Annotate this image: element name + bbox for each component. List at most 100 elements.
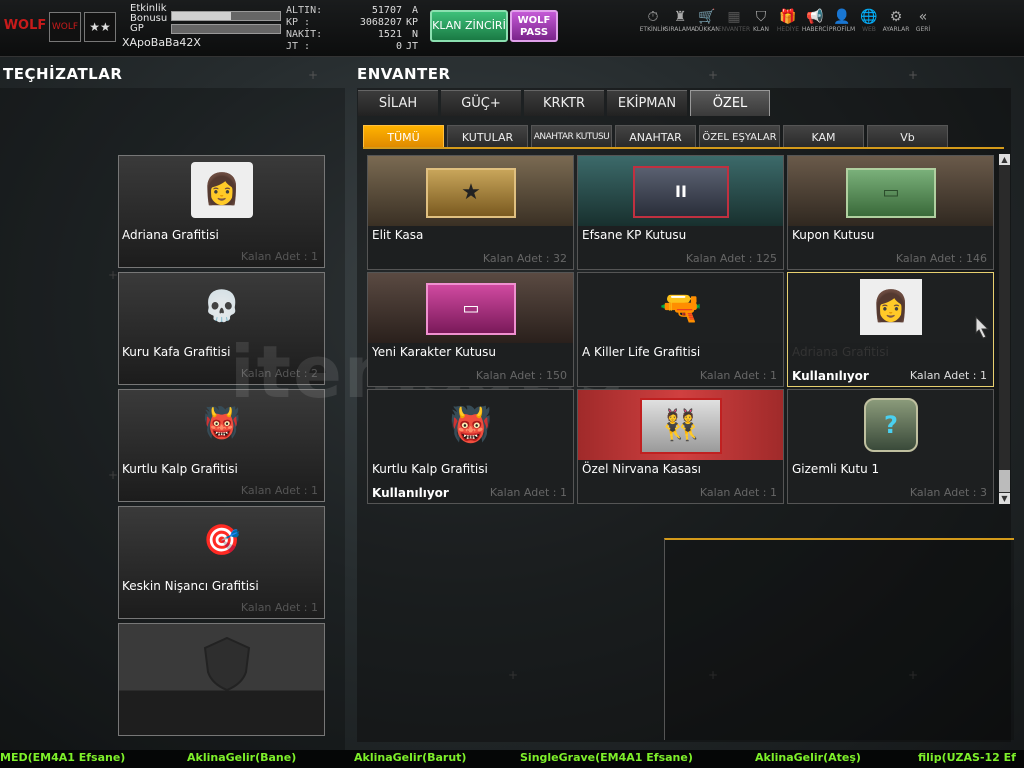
item-name: Adriana Grafitisi — [792, 345, 889, 359]
stat-gold: ALTIN: 51707 A — [286, 5, 420, 17]
clan-badge[interactable]: WOLF — [49, 12, 81, 42]
stat-key: ALTIN: — [286, 5, 323, 16]
inventory-item[interactable]: 👹 Kurtlu Kalp Grafitisi Kullanılıyor Kal… — [367, 389, 574, 504]
item-detail-panel — [664, 538, 1014, 740]
item-count: Kalan Adet : 146 — [895, 252, 987, 265]
subtab-divider — [363, 147, 1004, 149]
tab-equipment[interactable]: EKİPMAN — [607, 90, 687, 116]
elite-crate-image: ★ — [368, 156, 573, 226]
killer-life-graffiti-image: 🔫 — [578, 273, 783, 343]
subtab-special-items[interactable]: ÖZEL EŞYALAR — [699, 125, 780, 148]
ranking-icon: ♜ — [673, 9, 687, 25]
stat-value: 3068207 — [359, 17, 402, 28]
inventory-item[interactable]: II Efsane KP Kutusu Kalan Adet : 125 — [577, 155, 784, 270]
item-name: Gizemli Kutu 1 — [792, 462, 880, 476]
subtab-cam[interactable]: KAM — [783, 125, 864, 148]
tab-weapon[interactable]: SİLAH — [358, 90, 438, 116]
subtab-key-box[interactable]: ANAHTAR KUTUSU — [531, 125, 612, 148]
ticker-entry: filip(UZAS-12 Ef — [918, 751, 1016, 764]
equipped-item[interactable]: 🎯 Keskin Nişancı Grafitisi Kalan Adet : … — [118, 506, 325, 619]
player-nickname: XApoBaBa42X — [122, 36, 201, 49]
subtab-keys[interactable]: ANAHTAR — [615, 125, 696, 148]
item-name: Keskin Nişancı Grafitisi — [122, 579, 259, 593]
box-icon: ▭ — [846, 168, 936, 218]
inventory-scrollbar[interactable] — [999, 154, 1010, 504]
scroll-thumb[interactable] — [999, 470, 1010, 492]
wormy-heart-graffiti-icon: 👹 — [449, 405, 493, 445]
stat-value: 1521 — [377, 29, 402, 40]
subtab-other[interactable]: Vb — [867, 125, 948, 148]
equipped-item[interactable]: 👩 Adriana Grafitisi Kalan Adet : 1 — [118, 155, 325, 268]
item-name: Kuru Kafa Grafitisi — [122, 345, 231, 359]
tab-special[interactable]: ÖZEL — [690, 90, 770, 116]
kill-ticker — [0, 750, 1024, 768]
inventory-item[interactable]: ★ Elit Kasa Kalan Adet : 32 — [367, 155, 574, 270]
item-name: Kurtlu Kalp Grafitisi — [372, 462, 488, 476]
mystery-box-image: ? — [788, 390, 993, 460]
pause-bars-icon: II — [633, 166, 729, 218]
in-use-label: Kullanılıyor — [372, 486, 449, 500]
wolf-pass-button[interactable]: WOLF PASS — [510, 10, 558, 42]
inventory-title: ENVANTER — [357, 65, 451, 83]
tab-power[interactable]: GÜÇ+ — [441, 90, 521, 116]
subtab-all[interactable]: TÜMÜ — [363, 125, 444, 148]
cart-icon: 🛒 — [698, 9, 716, 25]
item-name: Adriana Grafitisi — [122, 228, 219, 242]
stat-value: 51707 — [371, 5, 402, 16]
tab-character[interactable]: KRKTR — [524, 90, 604, 116]
sniper-graffiti-icon: 🎯 — [203, 523, 241, 558]
stat-key: JT : — [286, 41, 311, 52]
plus-mark: + — [708, 68, 719, 82]
stat-key: NAKİT: — [286, 29, 323, 40]
scroll-up-icon[interactable]: ▲ — [999, 154, 1010, 165]
item-name: Özel Nirvana Kasası — [582, 462, 701, 476]
ticker-entry: MED(EM4A1 Efsane) — [0, 751, 126, 764]
inventory-item[interactable]: ? Gizemli Kutu 1 Kalan Adet : 3 — [787, 389, 994, 504]
stat-unit: N — [411, 29, 418, 40]
item-count: Kalan Adet : 1 — [699, 369, 777, 382]
stat-unit: A — [411, 5, 418, 16]
nav-label: GERİ — [915, 26, 931, 33]
ticker-entry: AklinaGelir(Ateş) — [755, 751, 861, 764]
ticker-entry: AklinaGelir(Barut) — [354, 751, 467, 764]
item-count: Kalan Adet : 1 — [489, 486, 567, 499]
skull-graffiti-icon: 💀 — [203, 289, 241, 324]
adriana-graffiti-icon: 👩 — [860, 279, 922, 335]
item-count: Kalan Adet : 1 — [909, 369, 987, 382]
gp-label: GP — [130, 23, 144, 34]
nav-back[interactable]: «GERİ — [910, 8, 936, 48]
item-name: Elit Kasa — [372, 228, 424, 242]
item-count: Kalan Adet : 3 — [909, 486, 987, 499]
item-name: Efsane KP Kutusu — [582, 228, 687, 242]
equipment-title: TEÇHİZATLAR — [3, 65, 123, 83]
stat-kp: KP : 3068207 KP — [286, 17, 420, 29]
box-icon: ▭ — [426, 283, 516, 335]
clan-chain-button[interactable]: KLAN ZİNCİRİ — [430, 10, 508, 42]
shield-icon: ⛉ — [755, 9, 767, 25]
profile-icon: 👤 — [833, 9, 851, 25]
game-logo: WOLF — [3, 18, 47, 33]
gear-icon: ⚙ — [889, 9, 903, 25]
scroll-down-icon[interactable]: ▼ — [999, 493, 1010, 504]
ticker-entry: SingleGrave(EM4A1 Efsane) — [520, 751, 693, 764]
inventory-item[interactable]: 🔫 A Killer Life Grafitisi Kalan Adet : 1 — [577, 272, 784, 387]
inventory-item[interactable]: 👯 Özel Nirvana Kasası Kalan Adet : 1 — [577, 389, 784, 504]
inventory-item[interactable]: ▭ Kupon Kutusu Kalan Adet : 146 — [787, 155, 994, 270]
inventory-item[interactable]: ▭ Yeni Karakter Kutusu Kalan Adet : 150 — [367, 272, 574, 387]
item-name: Kurtlu Kalp Grafitisi — [122, 462, 238, 476]
cursor-icon — [975, 315, 990, 339]
star-icon: ★ — [426, 168, 516, 218]
subtab-boxes[interactable]: KUTULAR — [447, 125, 528, 148]
item-count: Kalan Adet : 1 — [699, 486, 777, 499]
rank-badge[interactable]: ★★ — [84, 12, 116, 42]
stat-unit: KP — [405, 17, 418, 28]
inventory-item-selected[interactable]: 👩 Adriana Grafitisi Kullanılıyor Kalan A… — [787, 272, 994, 387]
legend-kp-box-image: II — [578, 156, 783, 226]
gp-bar — [171, 24, 281, 34]
item-count: Kalan Adet : 1 — [240, 484, 318, 497]
globe-icon: 🌐 — [860, 9, 878, 25]
empty-equipment-slot[interactable] — [118, 623, 325, 736]
item-name: A Killer Life Grafitisi — [582, 345, 701, 359]
plus-mark: + — [908, 68, 919, 82]
item-count: Kalan Adet : 1 — [240, 250, 318, 263]
